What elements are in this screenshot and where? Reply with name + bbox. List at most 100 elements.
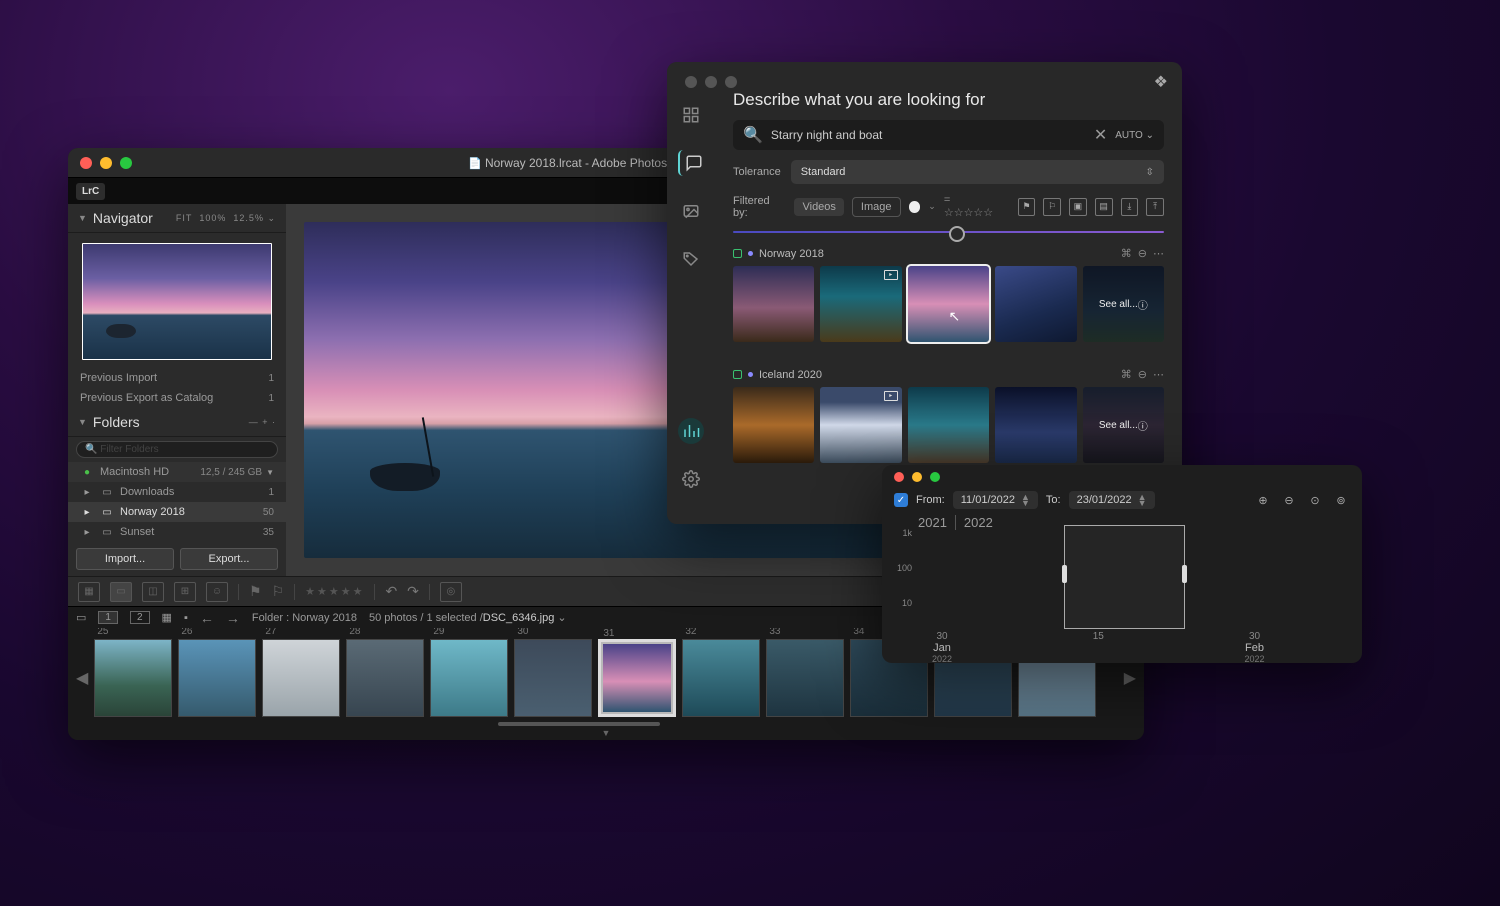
filmstrip-scrollbar[interactable]: [498, 722, 659, 726]
rotate-right-icon[interactable]: ↷: [407, 583, 419, 600]
result-thumb[interactable]: ▸: [820, 266, 901, 342]
gear-icon[interactable]: [678, 466, 704, 492]
rating-filter[interactable]: = ☆☆☆☆☆: [944, 194, 1002, 219]
navigator-thumbnail[interactable]: [82, 243, 272, 360]
link-icon[interactable]: ⌘: [1121, 368, 1132, 381]
relevance-slider[interactable]: [733, 231, 1164, 233]
loupe-view-icon[interactable]: ▭: [110, 582, 132, 602]
flag-off-icon[interactable]: ⚐: [1043, 198, 1061, 216]
checkbox-icon[interactable]: [733, 370, 742, 379]
filmstrip-item-selected[interactable]: 31: [598, 639, 676, 717]
more-icon[interactable]: ⋯: [1153, 247, 1164, 260]
checkbox-icon[interactable]: [733, 249, 742, 258]
monitor-icon[interactable]: ▭: [76, 611, 86, 624]
collapse-filmstrip-icon[interactable]: ▼: [68, 728, 1144, 740]
tolerance-select[interactable]: Standard ⇳: [791, 160, 1164, 184]
rotate-left-icon[interactable]: ↶: [385, 583, 397, 600]
maximize-icon[interactable]: [725, 76, 737, 88]
maximize-icon[interactable]: [120, 157, 132, 169]
prev-arrow-icon[interactable]: ←: [200, 610, 214, 626]
filmstrip-item[interactable]: 28: [346, 639, 424, 717]
grid-icon[interactable]: [678, 102, 704, 128]
result-thumb[interactable]: ▸: [820, 387, 901, 463]
search-input[interactable]: [771, 128, 1086, 142]
filter-folders-input[interactable]: 🔍 Filter Folders: [76, 441, 278, 458]
survey-view-icon[interactable]: ⊞: [174, 582, 196, 602]
images-icon[interactable]: [678, 198, 704, 224]
target-icon[interactable]: ◎: [440, 582, 462, 602]
grid-toggle-icon[interactable]: ▦: [162, 611, 172, 624]
link-icon[interactable]: ⌘: [1121, 247, 1132, 260]
rating-stars[interactable]: ★★★★★: [305, 585, 364, 598]
filmstrip-item[interactable]: 33: [766, 639, 844, 717]
color-filter[interactable]: [909, 201, 921, 213]
see-all-overlay[interactable]: See all... ⓘ: [1083, 387, 1164, 463]
result-thumb[interactable]: [995, 387, 1076, 463]
navigator-header[interactable]: ▼ Navigator FIT 100% 12.5% ⌄: [68, 204, 286, 233]
box2-icon[interactable]: ▤: [1095, 198, 1113, 216]
breadcrumb-folder[interactable]: Folder : Norway 2018: [252, 612, 357, 624]
minus-icon[interactable]: ⊖: [1138, 247, 1147, 260]
chat-icon[interactable]: [678, 150, 704, 176]
folder-row[interactable]: ▸ ▭ Sunset 35: [68, 522, 286, 542]
people-view-icon[interactable]: ☺: [206, 582, 228, 602]
filmstrip-item[interactable]: 32: [682, 639, 760, 717]
previous-export-row[interactable]: Previous Export as Catalog 1: [68, 388, 286, 408]
filmstrip-item[interactable]: 25: [94, 639, 172, 717]
result-thumb[interactable]: See all... ⓘ•••: [1083, 266, 1164, 342]
stats-icon[interactable]: [678, 418, 704, 444]
flag-icon[interactable]: ⚑: [1018, 198, 1036, 216]
scroll-right-icon[interactable]: ▶: [1124, 668, 1136, 688]
timeline-chart[interactable]: 1k 100 10 20212022: [916, 519, 1350, 629]
grid-view-icon[interactable]: ▦: [78, 582, 100, 602]
folder-row[interactable]: ▸ ▭ Norway 2018 50: [68, 502, 286, 522]
result-thumb[interactable]: [908, 387, 989, 463]
result-thumb[interactable]: •••: [733, 266, 814, 342]
box1-icon[interactable]: ▣: [1069, 198, 1087, 216]
clear-icon[interactable]: ✕: [1094, 125, 1107, 145]
tag-icon[interactable]: [678, 246, 704, 272]
result-thumb[interactable]: ••••: [995, 266, 1076, 342]
flag-pick-icon[interactable]: ⚑: [249, 583, 262, 600]
filmstrip-item[interactable]: 27: [262, 639, 340, 717]
close-icon[interactable]: [80, 157, 92, 169]
filmstrip-item[interactable]: 26: [178, 639, 256, 717]
volume-row[interactable]: ● Macintosh HD 12,5 / 245 GB ▼: [68, 462, 286, 482]
scroll-left-icon[interactable]: ◀: [76, 668, 88, 688]
zoom-reset-icon[interactable]: ⊚: [1332, 491, 1350, 509]
minimize-icon[interactable]: [705, 76, 717, 88]
import-icon[interactable]: ⤓: [1121, 198, 1139, 216]
maximize-icon[interactable]: [930, 472, 940, 482]
compare-view-icon[interactable]: ◫: [142, 582, 164, 602]
close-icon[interactable]: [685, 76, 697, 88]
chip-image[interactable]: Image: [852, 197, 901, 217]
group-name[interactable]: Norway 2018: [759, 248, 824, 260]
from-date-field[interactable]: 11/01/2022▲▼: [953, 491, 1038, 509]
result-thumb[interactable]: See all... ⓘ: [1083, 387, 1164, 463]
previous-import-row[interactable]: Previous Import 1: [68, 368, 286, 388]
filmstrip-item[interactable]: 29: [430, 639, 508, 717]
minimize-icon[interactable]: [100, 157, 112, 169]
minimize-icon[interactable]: [912, 472, 922, 482]
result-thumb-selected[interactable]: ↖••••: [908, 266, 989, 342]
next-arrow-icon[interactable]: →: [226, 610, 240, 626]
folders-tools[interactable]: — + ·: [249, 417, 276, 427]
filmstrip-item[interactable]: 30: [514, 639, 592, 717]
close-icon[interactable]: [894, 472, 904, 482]
folders-header[interactable]: ▼ Folders — + ·: [68, 408, 286, 437]
zoom-out-icon[interactable]: ⊖: [1280, 491, 1298, 509]
chevron-down-icon[interactable]: ⌄: [928, 201, 936, 212]
see-all-overlay[interactable]: See all... ⓘ: [1083, 266, 1164, 342]
chip-videos[interactable]: Videos: [794, 198, 843, 216]
page-1[interactable]: 1: [98, 611, 118, 624]
to-date-field[interactable]: 23/01/2022▲▼: [1069, 491, 1155, 509]
flag-reject-icon[interactable]: ⚐: [272, 583, 285, 600]
view-toggle-icon[interactable]: ▪: [184, 612, 188, 624]
auto-toggle[interactable]: AUTO ⌄: [1115, 130, 1154, 141]
zoom-fit-icon[interactable]: ⊙: [1306, 491, 1324, 509]
group-name[interactable]: Iceland 2020: [759, 369, 822, 381]
from-checkbox[interactable]: ✓: [894, 493, 908, 507]
layers-icon[interactable]: ❖: [1154, 72, 1168, 92]
export-icon[interactable]: ⤒: [1146, 198, 1164, 216]
page-2[interactable]: 2: [130, 611, 150, 624]
